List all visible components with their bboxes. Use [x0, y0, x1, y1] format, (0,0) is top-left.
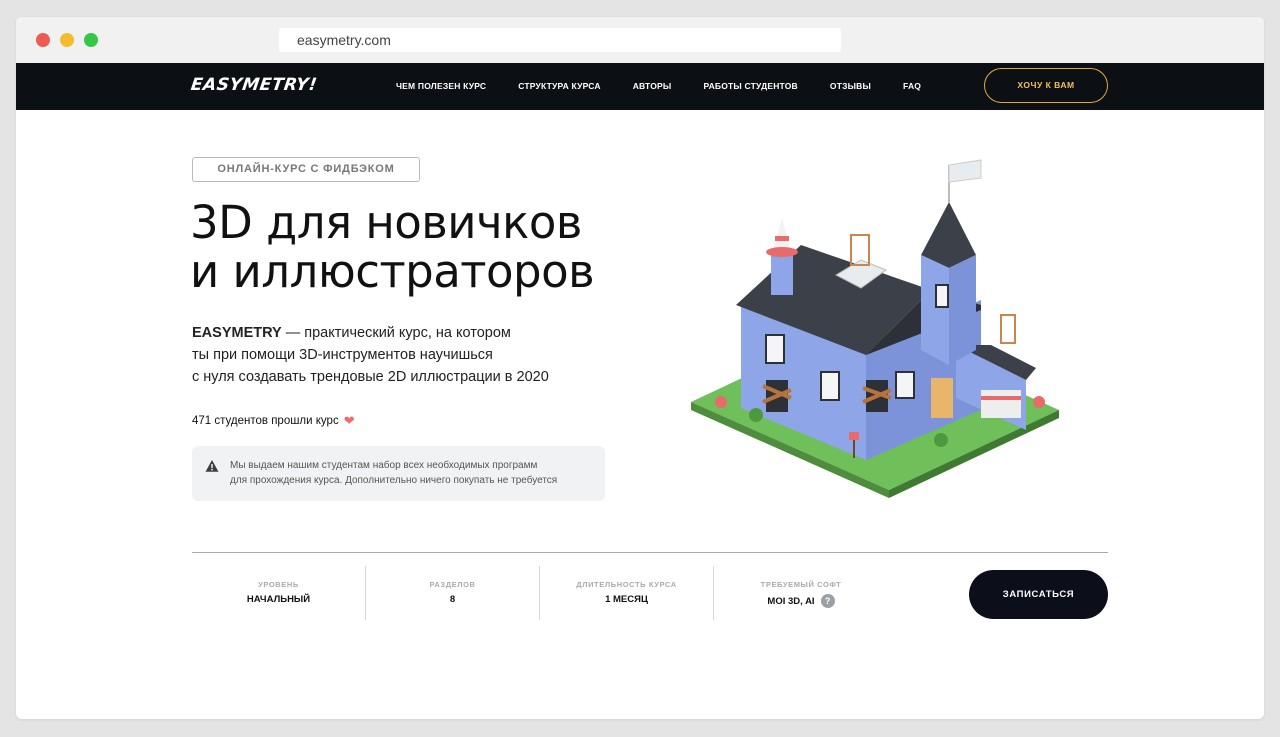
warning-icon [205, 460, 219, 472]
title-line-1: 3D для новичков [190, 196, 582, 249]
top-navigation: EASYMETRY! ЧЕМ ПОЛЕЗЕН КУРС СТРУКТУРА КУ… [16, 63, 1264, 110]
isometric-house-illustration [691, 159, 1059, 498]
nav-link-reviews[interactable]: ОТЗЫВЫ [830, 81, 871, 91]
stat-level: УРОВЕНЬ НАЧАЛЬНЫЙ [192, 566, 366, 620]
nav-links: ЧЕМ ПОЛЕЗЕН КУРС СТРУКТУРА КУРСА АВТОРЫ … [396, 81, 953, 91]
description-brand: EASYMETRY [192, 325, 282, 341]
nav-link-structure[interactable]: СТРУКТУРА КУРСА [518, 81, 600, 91]
description-line-1: — практический курс, на котором [281, 325, 511, 341]
minimize-window-button[interactable] [60, 33, 74, 47]
page-title: 3D для новичков и иллюстраторов [190, 196, 595, 298]
course-type-badge: ОНЛАЙН-КУРС С ФИДБЭКОМ [192, 157, 420, 182]
note-text: Мы выдаем нашим студентам набор всех нео… [230, 458, 600, 488]
browser-window: easymetry.com EASYMETRY! ЧЕМ ПОЛЕЗЕН КУР… [16, 17, 1264, 719]
logo[interactable]: EASYMETRY! [190, 75, 319, 95]
course-description: EASYMETRY — практический курс, на которо… [192, 322, 612, 388]
stat-value-text: НАЧАЛЬНЫЙ [246, 594, 311, 605]
note-line-2: для прохождения курса. Дополнительно нич… [230, 475, 558, 486]
nav-link-authors[interactable]: АВТОРЫ [633, 81, 672, 91]
stat-value: 1 МЕСЯЦ [540, 594, 713, 605]
stat-value: НАЧАЛЬНЫЙ [192, 594, 365, 605]
software-note: Мы выдаем нашим студентам набор всех нео… [192, 446, 605, 501]
enroll-button[interactable]: ЗАПИСАТЬСЯ [969, 570, 1108, 619]
description-line-2: ты при помощи 3D-инструментов научишься [192, 347, 493, 363]
address-bar[interactable]: easymetry.com [279, 28, 841, 52]
stat-label: ДЛИТЕЛЬНОСТЬ КУРСА [576, 580, 677, 589]
stat-duration: ДЛИТЕЛЬНОСТЬ КУРСА 1 МЕСЯЦ [540, 566, 714, 620]
stat-software: ТРЕБУЕМЫЙ СОФТ MOI 3D, AI ? [714, 566, 888, 620]
want-to-join-button[interactable]: ХОЧУ К ВАМ [984, 68, 1108, 103]
course-stats: УРОВЕНЬ НАЧАЛЬНЫЙ РАЗДЕЛОВ 8 ДЛИТЕЛЬНОСТ… [192, 566, 890, 620]
nav-link-benefits[interactable]: ЧЕМ ПОЛЕЗЕН КУРС [396, 81, 486, 91]
maximize-window-button[interactable] [84, 33, 98, 47]
nav-link-student-works[interactable]: РАБОТЫ СТУДЕНТОВ [703, 81, 797, 91]
heart-icon: ❤ [343, 413, 355, 428]
stat-value: MOI 3D, AI ? [714, 594, 888, 608]
close-window-button[interactable] [36, 33, 50, 47]
stat-value-text: 1 МЕСЯЦ [605, 594, 648, 605]
stat-label: РАЗДЕЛОВ [429, 580, 476, 589]
description-line-3: с нуля создавать трендовые 2D иллюстраци… [192, 369, 549, 385]
hero-section: ОНЛАЙН-КУРС С ФИДБЭКОМ 3D для новичков и… [16, 110, 1264, 719]
stat-value: 8 [366, 594, 539, 605]
stat-value-text: MOI 3D, AI [767, 595, 815, 607]
note-line-1: Мы выдаем нашим студентам набор всех нео… [230, 460, 538, 471]
stat-sections: РАЗДЕЛОВ 8 [366, 566, 540, 620]
browser-chrome: easymetry.com [16, 17, 1264, 63]
students-count: 471 студентов прошли курс ❤ [192, 413, 355, 429]
section-divider [192, 552, 1108, 553]
students-count-text: 471 студентов прошли курс [192, 415, 339, 427]
help-icon[interactable]: ? [820, 594, 835, 608]
nav-link-faq[interactable]: FAQ [903, 81, 921, 91]
stat-label: ТРЕБУЕМЫЙ СОФТ [760, 580, 842, 589]
stat-value-text: 8 [449, 594, 456, 605]
stat-label: УРОВЕНЬ [258, 580, 299, 589]
title-line-2: и иллюстраторов [190, 245, 595, 298]
